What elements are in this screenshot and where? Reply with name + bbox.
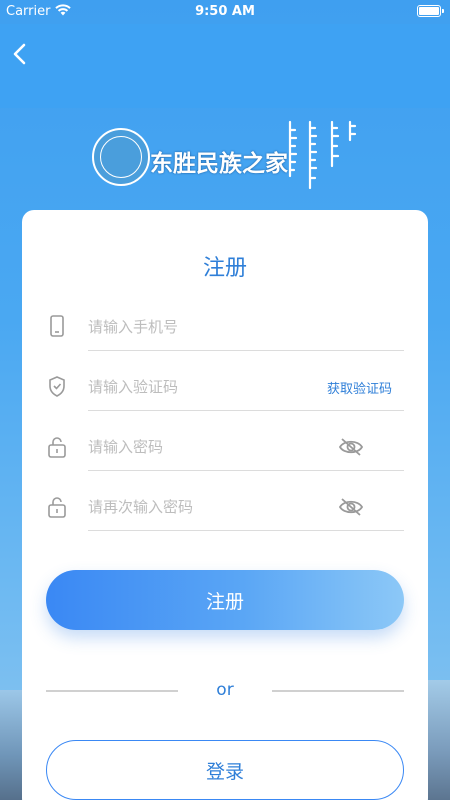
emblem-icon [92,128,150,186]
code-underline [88,410,404,411]
phone-input[interactable] [88,314,338,340]
eye-off-icon[interactable] [338,496,364,518]
get-code-button[interactable]: 获取验证码 [327,378,392,397]
status-time: 9:50 AM [195,4,255,19]
password-field [44,434,404,482]
battery-fill [419,7,439,15]
confirm-password-input[interactable] [88,494,338,520]
divider-line-right [272,690,404,692]
status-bar: Carrier 9:50 AM [0,0,450,24]
confirm-password-underline [88,530,404,531]
code-field: 获取验证码 [44,374,404,422]
lock-icon [48,497,66,518]
page-title: 注册 [202,256,247,281]
back-button[interactable] [6,40,34,68]
brand-name: 东胜民族之家 [150,151,288,177]
confirm-password-field [44,494,404,542]
register-button[interactable]: 注册 [46,570,404,630]
mongolian-script-logo [288,120,357,190]
login-button[interactable]: 登录 [46,740,404,800]
phone-field [44,314,404,362]
chevron-left-icon [13,43,26,65]
battery-icon [417,5,444,17]
eye-off-icon[interactable] [338,436,364,458]
or-divider: or [46,680,404,700]
register-card: 注册 获取验证码 [22,210,428,800]
password-underline [88,470,404,471]
city-background-right [428,680,450,800]
code-input[interactable] [88,374,338,400]
phone-underline [88,350,404,351]
phone-icon [50,315,64,337]
shield-icon [49,376,65,397]
nav-bar [0,24,450,108]
brand-header: 东胜民族之家 [0,116,450,196]
lock-icon [48,437,66,458]
city-background-left [0,690,22,800]
password-input[interactable] [88,434,338,460]
